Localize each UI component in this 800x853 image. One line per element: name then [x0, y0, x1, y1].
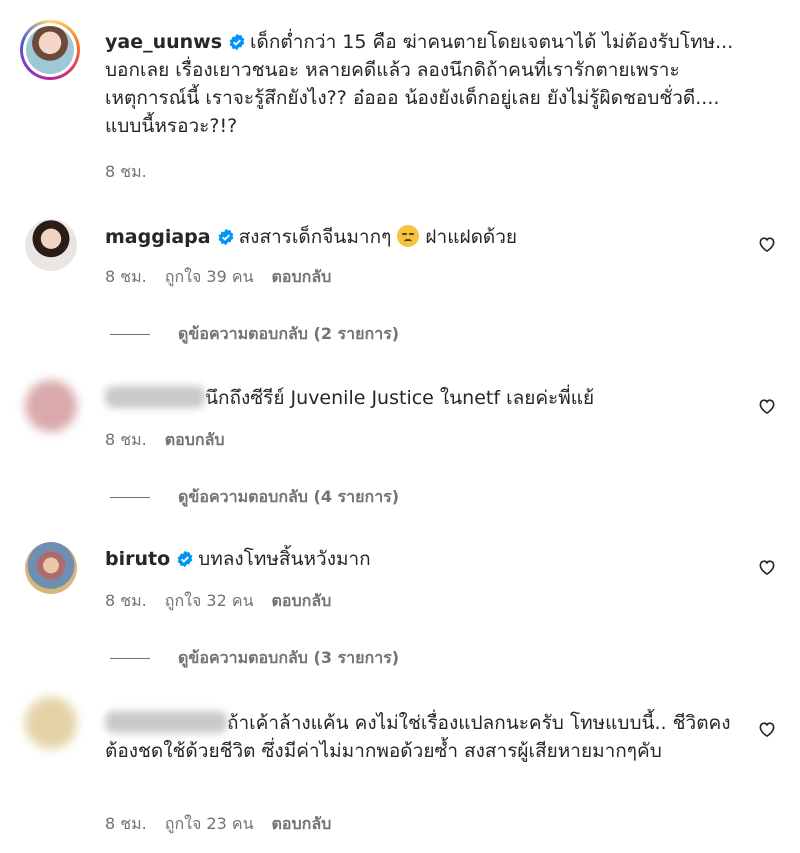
comment-text: นึกถึงซีรีย์ Juvenile Justice ในnetf เลย… — [205, 387, 595, 409]
comment-time: 8 ชม. — [105, 430, 147, 449]
blurred-username — [105, 386, 205, 408]
heart-icon[interactable] — [757, 719, 777, 739]
avatar-story-ring[interactable] — [20, 20, 80, 80]
comment-text: บทลงโทษสิ้นหวังมาก — [198, 548, 371, 570]
like-count[interactable]: ถูกใจ 32 คน — [165, 591, 254, 610]
view-replies-label: ดูข้อความตอบกลับ (3 รายการ) — [178, 648, 400, 667]
reply-button[interactable]: ตอบกลับ — [165, 430, 225, 449]
comment-text-after: ฝาแฝดด้วย — [425, 226, 518, 248]
comment-time: 8 ชม. — [105, 162, 147, 181]
verified-badge-icon — [177, 550, 193, 568]
reply-button[interactable]: ตอบกลับ — [272, 814, 332, 833]
comment-time: 8 ชม. — [105, 814, 147, 833]
comment-time: 8 ชม. — [105, 267, 147, 286]
reply-button[interactable]: ตอบกลับ — [272, 591, 332, 610]
like-count[interactable]: ถูกใจ 23 คน — [165, 814, 254, 833]
verified-badge-icon — [218, 228, 234, 246]
like-count[interactable]: ถูกใจ 39 คน — [165, 267, 254, 286]
username[interactable]: maggiapa — [105, 226, 211, 248]
heart-icon[interactable] — [757, 557, 777, 577]
pensive-face-icon — [397, 225, 420, 247]
comment-time: 8 ชม. — [105, 591, 147, 610]
avatar[interactable] — [25, 542, 77, 594]
view-replies-label: ดูข้อความตอบกลับ (4 รายการ) — [178, 487, 400, 506]
avatar[interactable] — [25, 380, 77, 432]
username[interactable]: yae_uunws — [105, 31, 222, 53]
view-replies-label: ดูข้อความตอบกลับ (2 รายการ) — [178, 324, 400, 343]
blurred-username — [105, 711, 227, 733]
view-replies-button[interactable]: ดูข้อความตอบกลับ (3 รายการ) — [110, 646, 399, 671]
reply-button[interactable]: ตอบกลับ — [272, 267, 332, 286]
heart-icon[interactable] — [757, 234, 777, 254]
verified-badge-icon — [229, 33, 245, 51]
avatar[interactable] — [25, 219, 77, 271]
view-replies-button[interactable]: ดูข้อความตอบกลับ (2 รายการ) — [110, 322, 399, 347]
avatar — [26, 26, 74, 74]
divider — [110, 658, 150, 659]
username[interactable]: biruto — [105, 548, 170, 570]
view-replies-button[interactable]: ดูข้อความตอบกลับ (4 รายการ) — [110, 485, 399, 510]
divider — [110, 497, 150, 498]
avatar[interactable] — [25, 697, 77, 749]
divider — [110, 334, 150, 335]
heart-icon[interactable] — [757, 396, 777, 416]
comment-text: สงสารเด็กจีนมากๆ — [238, 226, 392, 248]
